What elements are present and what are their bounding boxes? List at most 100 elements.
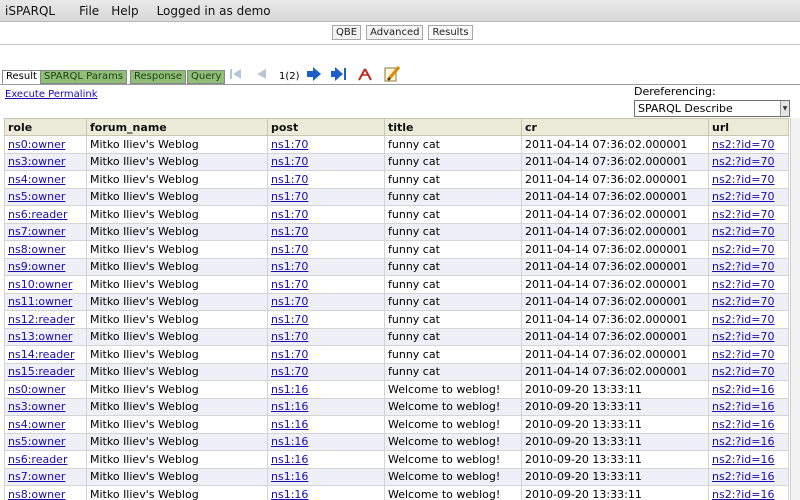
role-link[interactable]: ns0:owner	[8, 138, 65, 151]
edit-icon[interactable]	[383, 65, 401, 83]
menu-help[interactable]: Help	[105, 4, 144, 18]
role-link[interactable]: ns6:reader	[8, 453, 67, 466]
role-link[interactable]: ns5:owner	[8, 435, 65, 448]
post-link[interactable]: ns1:70	[271, 313, 308, 326]
role-link[interactable]: ns11:owner	[8, 295, 72, 308]
column-header-title[interactable]: title	[384, 118, 522, 136]
role-link[interactable]: ns0:owner	[8, 383, 65, 396]
post-link[interactable]: ns1:70	[271, 225, 308, 238]
tab-result[interactable]: Result	[2, 70, 41, 84]
post-cell: ns1:70	[267, 187, 385, 206]
role-link[interactable]: ns13:owner	[8, 330, 72, 343]
url-link[interactable]: ns2:?id=16	[712, 418, 775, 431]
first-page-icon[interactable]	[227, 65, 245, 83]
forum-name-cell: Mitko Iliev's Weblog	[86, 292, 268, 311]
role-link[interactable]: ns8:owner	[8, 243, 65, 256]
url-link[interactable]: ns2:?id=70	[712, 138, 775, 151]
role-link[interactable]: ns3:owner	[8, 155, 65, 168]
role-cell: ns14:reader	[4, 345, 87, 364]
url-link[interactable]: ns2:?id=70	[712, 295, 775, 308]
post-link[interactable]: ns1:70	[271, 365, 308, 378]
post-link[interactable]: ns1:70	[271, 278, 308, 291]
url-link[interactable]: ns2:?id=70	[712, 190, 775, 203]
url-link[interactable]: ns2:?id=70	[712, 260, 775, 273]
tab-response[interactable]: Response	[130, 70, 187, 84]
post-link[interactable]: ns1:70	[271, 330, 308, 343]
vertical-scrollbar[interactable]	[790, 118, 800, 500]
forum-name-cell: Mitko Iliev's Weblog	[86, 187, 268, 206]
url-link[interactable]: ns2:?id=16	[712, 488, 775, 500]
cr-cell: 2011-04-14 07:36:02.000001	[521, 275, 709, 294]
role-link[interactable]: ns3:owner	[8, 400, 65, 413]
next-page-icon[interactable]	[305, 65, 323, 83]
url-link[interactable]: ns2:?id=16	[712, 435, 775, 448]
column-header-url[interactable]: url	[708, 118, 789, 136]
previous-page-icon[interactable]	[252, 65, 270, 83]
role-link[interactable]: ns12:reader	[8, 313, 74, 326]
graph-view-icon[interactable]	[356, 65, 374, 83]
column-header-cr[interactable]: cr	[521, 118, 709, 136]
url-link[interactable]: ns2:?id=70	[712, 278, 775, 291]
role-link[interactable]: ns9:owner	[8, 260, 65, 273]
url-link[interactable]: ns2:?id=70	[712, 330, 775, 343]
url-link[interactable]: ns2:?id=70	[712, 173, 775, 186]
post-link[interactable]: ns1:70	[271, 155, 308, 168]
url-link[interactable]: ns2:?id=70	[712, 313, 775, 326]
post-link[interactable]: ns1:16	[271, 488, 308, 500]
tab-query[interactable]: Query	[187, 70, 226, 84]
tab-qbe[interactable]: QBE	[332, 25, 362, 40]
url-link[interactable]: ns2:?id=70	[712, 365, 775, 378]
post-link[interactable]: ns1:16	[271, 453, 308, 466]
role-link[interactable]: ns7:owner	[8, 470, 65, 483]
post-link[interactable]: ns1:16	[271, 435, 308, 448]
dereferencing-select[interactable]: SPARQL Describe ▼	[634, 100, 790, 117]
post-cell: ns1:70	[267, 362, 385, 381]
role-link[interactable]: ns15:reader	[8, 365, 74, 378]
url-link[interactable]: ns2:?id=70	[712, 348, 775, 361]
role-link[interactable]: ns5:owner	[8, 190, 65, 203]
column-header-role[interactable]: role	[4, 118, 87, 136]
url-cell: ns2:?id=70	[708, 135, 789, 154]
role-link[interactable]: ns7:owner	[8, 225, 65, 238]
role-link[interactable]: ns14:reader	[8, 348, 74, 361]
post-link[interactable]: ns1:70	[271, 208, 308, 221]
post-link[interactable]: ns1:70	[271, 243, 308, 256]
url-link[interactable]: ns2:?id=16	[712, 400, 775, 413]
menu-file[interactable]: File	[73, 4, 105, 18]
tab-results[interactable]: Results	[428, 25, 473, 40]
url-link[interactable]: ns2:?id=70	[712, 243, 775, 256]
post-link[interactable]: ns1:70	[271, 173, 308, 186]
chevron-down-icon[interactable]: ▼	[780, 101, 789, 116]
last-page-icon[interactable]	[330, 65, 348, 83]
post-link[interactable]: ns1:70	[271, 260, 308, 273]
role-link[interactable]: ns4:owner	[8, 173, 65, 186]
url-link[interactable]: ns2:?id=16	[712, 470, 775, 483]
post-link[interactable]: ns1:16	[271, 418, 308, 431]
role-link[interactable]: ns10:owner	[8, 278, 72, 291]
tab-sparql-params[interactable]: SPARQL Params	[40, 70, 128, 84]
cr-cell: 2011-04-14 07:36:02.000001	[521, 362, 709, 381]
post-link[interactable]: ns1:70	[271, 295, 308, 308]
role-link[interactable]: ns4:owner	[8, 418, 65, 431]
role-link[interactable]: ns6:reader	[8, 208, 67, 221]
post-link[interactable]: ns1:16	[271, 383, 308, 396]
url-link[interactable]: ns2:?id=70	[712, 208, 775, 221]
url-link[interactable]: ns2:?id=16	[712, 383, 775, 396]
role-link[interactable]: ns8:owner	[8, 488, 65, 500]
execute-permalink-link[interactable]: Execute Permalink	[5, 89, 98, 100]
url-link[interactable]: ns2:?id=70	[712, 225, 775, 238]
post-link[interactable]: ns1:70	[271, 138, 308, 151]
post-link[interactable]: ns1:16	[271, 400, 308, 413]
post-link[interactable]: ns1:70	[271, 190, 308, 203]
title-cell: Welcome to weblog!	[384, 450, 522, 469]
post-link[interactable]: ns1:16	[271, 470, 308, 483]
url-link[interactable]: ns2:?id=70	[712, 155, 775, 168]
tab-advanced[interactable]: Advanced	[366, 25, 424, 40]
post-cell: ns1:70	[267, 275, 385, 294]
column-header-forum-name[interactable]: forum_name	[86, 118, 268, 136]
column-header-post[interactable]: post	[267, 118, 385, 136]
post-cell: ns1:70	[267, 152, 385, 171]
post-link[interactable]: ns1:70	[271, 348, 308, 361]
url-link[interactable]: ns2:?id=16	[712, 453, 775, 466]
table-row: ns6:reader Mitko Iliev's Weblog ns1:16 Welc…	[4, 450, 789, 469]
